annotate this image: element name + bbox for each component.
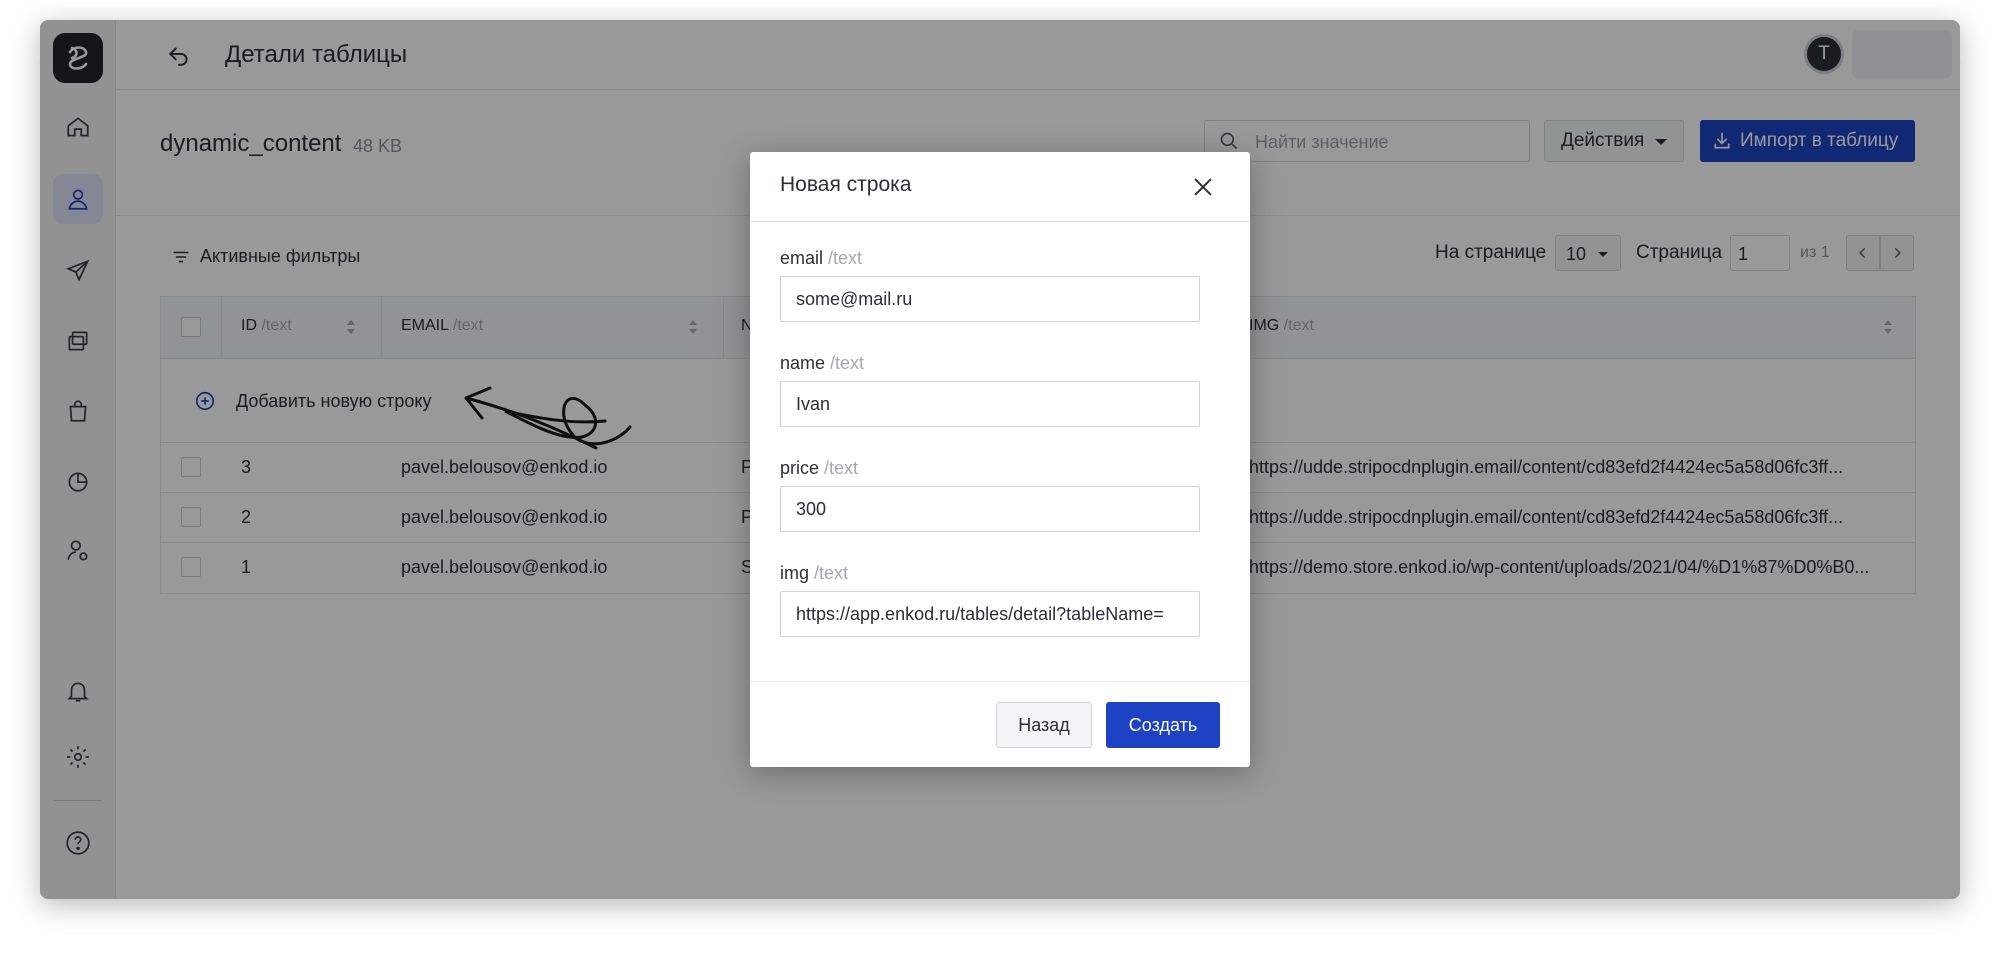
img-field[interactable]: https://app.enkod.ru/tables/detail?table…: [780, 591, 1200, 637]
dialog-header: Новая строка: [750, 152, 1250, 222]
img-label: img /text: [780, 563, 849, 583]
app-window: Детали таблицы T dynamic_content 48 KB Н…: [40, 20, 1960, 899]
price-label: price /text: [780, 458, 859, 478]
price-field[interactable]: 300: [780, 486, 1200, 532]
new-row-dialog: Новая строка email /text some@mail.ru na…: [750, 152, 1250, 767]
create-button[interactable]: Создать: [1106, 702, 1220, 748]
email-field[interactable]: some@mail.ru: [780, 276, 1200, 322]
email-label: email /text: [780, 248, 863, 268]
dialog-footer: Назад Создать: [750, 681, 1250, 767]
back-button[interactable]: Назад: [996, 702, 1092, 748]
close-icon[interactable]: [1192, 176, 1214, 198]
dialog-title: Новая строка: [780, 173, 912, 196]
name-field[interactable]: Ivan: [780, 381, 1200, 427]
name-label: name /text: [780, 353, 865, 373]
